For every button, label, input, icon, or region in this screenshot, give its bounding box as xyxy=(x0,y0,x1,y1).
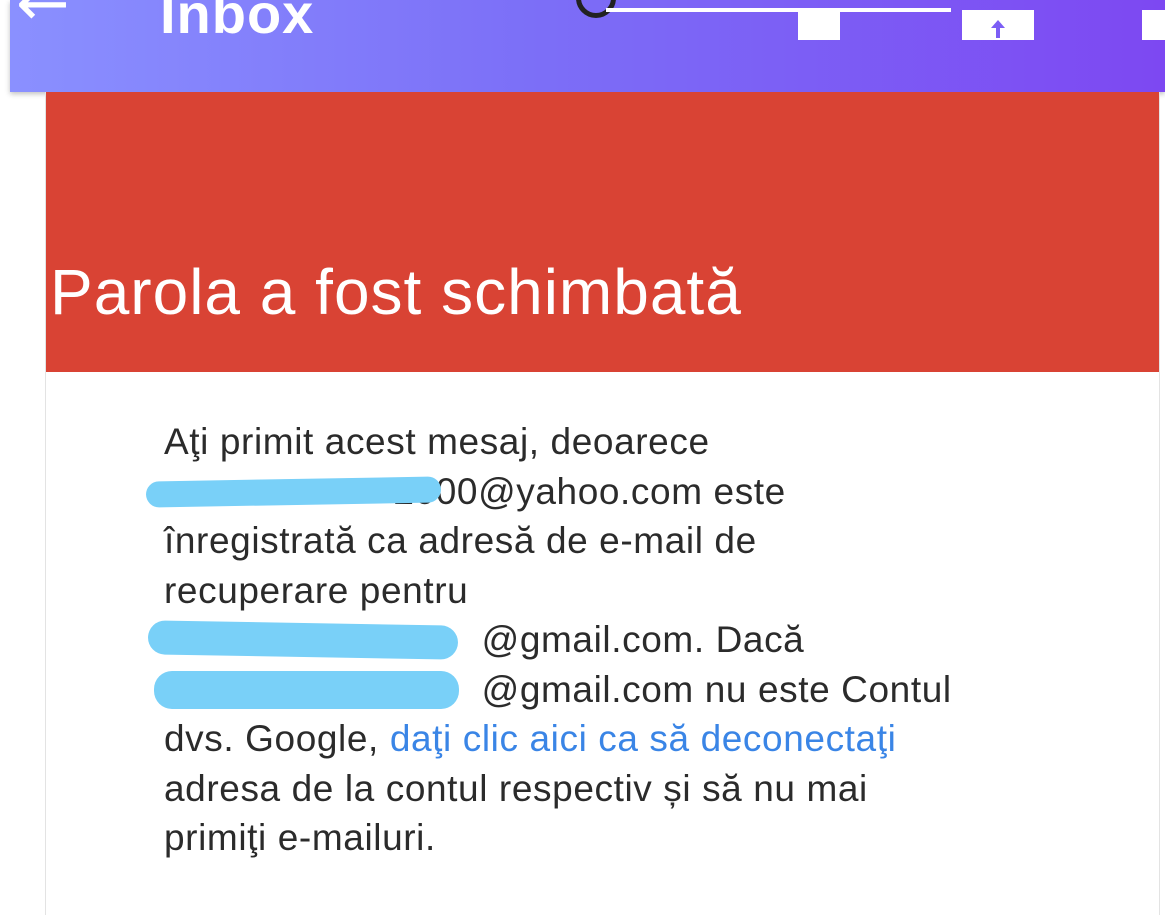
page-title: Inbox xyxy=(160,0,315,45)
body-line-3: înregistrată ca adresă de e-mail de xyxy=(164,520,757,561)
email-message: Parola a fost schimbată Aţi primit acest… xyxy=(45,92,1160,915)
body-text: dvs. Google, xyxy=(164,718,390,759)
recovery-email-text: 2000@yahoo.com este xyxy=(393,470,786,512)
delete-icon[interactable] xyxy=(1142,10,1165,40)
archive-icon[interactable] xyxy=(798,10,840,40)
body-line-2: aurora_dobre2000@yahoo.com este xyxy=(145,467,1124,517)
body-line-8: adresa de la contul respectiv și să nu m… xyxy=(164,767,868,809)
body-line-1: Aţi primit acest mesaj, deoarece xyxy=(164,421,710,462)
redaction-mark xyxy=(147,620,459,660)
back-arrow-icon[interactable]: ← xyxy=(16,0,70,36)
redaction-mark xyxy=(154,670,459,709)
email-heading: Parola a fost schimbată xyxy=(50,256,742,328)
account-email-text: @gmail.com. Dacă xyxy=(481,619,805,660)
body-line-7: dvs. Google, daţi clic aici ca să decone… xyxy=(164,714,1124,764)
status-bar-line xyxy=(606,8,951,12)
upload-arrow-glyph xyxy=(991,20,1005,38)
account-email-text: @gmail.com nu este Contul xyxy=(481,668,952,710)
body-line-6: aaaaaaaaaaaaaaa@gmail.com nu este Contul xyxy=(154,665,1124,715)
body-line-4: recuperare pentru xyxy=(164,569,469,611)
upload-icon[interactable] xyxy=(962,10,1034,40)
screen: ← Inbox Parola a fost schimbată Aţi prim… xyxy=(0,0,1165,915)
redaction-mark xyxy=(145,475,442,508)
body-line-9: primiţi e-mailuri. xyxy=(164,817,436,858)
email-body: Aţi primit acest mesaj, deoarece aurora_… xyxy=(145,417,1124,863)
disconnect-link[interactable]: daţi clic aici ca să deconectaţi xyxy=(390,718,897,759)
app-bar: ← Inbox xyxy=(10,0,1165,92)
body-line-5: aaaaaaaaaaaaaaa@gmail.com. Dacă xyxy=(147,615,1124,665)
email-banner: Parola a fost schimbată xyxy=(46,92,1159,372)
